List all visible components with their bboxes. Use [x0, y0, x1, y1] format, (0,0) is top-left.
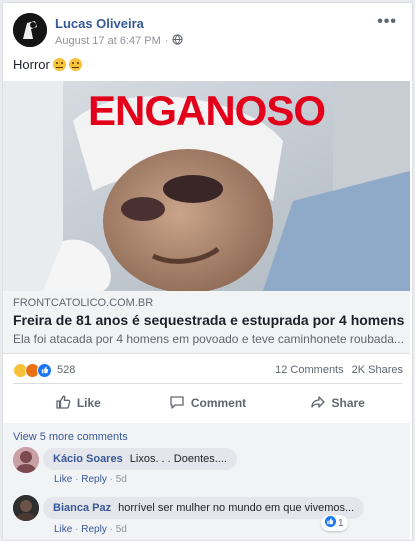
thumbs-up-icon: [55, 394, 71, 413]
post-timestamp[interactable]: August 17 at 6:47 PM: [55, 35, 161, 47]
comment-footer: Like · Reply · 5d: [54, 524, 127, 535]
footer-separator: ·: [109, 524, 113, 535]
commenter-name[interactable]: Kácio Soares: [53, 453, 123, 465]
author-name[interactable]: Lucas Oliveira: [55, 16, 144, 31]
globe-icon: [172, 34, 184, 48]
comment-count[interactable]: 12 Comments: [275, 364, 343, 376]
comment-text: horrível ser mulher no mundo em que vive…: [118, 502, 355, 514]
post-stats: 528 12 Comments 2K Shares: [13, 361, 403, 381]
neutral-face-emoji-icon: [68, 58, 82, 71]
comment-footer: Like · Reply · 5d: [54, 474, 127, 485]
comment-reply-link[interactable]: Reply: [81, 474, 107, 485]
reaction-count[interactable]: 528: [57, 364, 75, 376]
commenter-name[interactable]: Bianca Paz: [53, 502, 111, 514]
comment-like-link[interactable]: Like: [54, 524, 72, 535]
divider: [13, 383, 402, 384]
post-meta: August 17 at 6:47 PM ·: [55, 34, 184, 48]
comment-like-link[interactable]: Like: [54, 474, 72, 485]
comment-time[interactable]: 5d: [116, 474, 127, 485]
comment-like-badge[interactable]: 1: [321, 515, 348, 531]
comment-bubble: Kácio Soares Lixos. . . Doentes....: [43, 448, 237, 470]
comment-text: Lixos. . . Doentes....: [129, 453, 227, 465]
comment-label: Comment: [190, 396, 247, 410]
more-options-button[interactable]: •••: [377, 13, 397, 31]
action-bar: Like Comment Share: [13, 387, 402, 419]
footer-separator: ·: [109, 474, 113, 485]
like-reaction-icon: [37, 363, 52, 378]
link-title[interactable]: Freira de 81 anos é sequestrada e estupr…: [13, 312, 404, 328]
comment-bubble: Bianca Paz horrível ser mulher no mundo …: [43, 497, 365, 519]
author-avatar[interactable]: [13, 13, 47, 47]
commenter-avatar[interactable]: [13, 447, 39, 473]
link-preview[interactable]: FRONTCATOLICO.COM.BR Freira de 81 anos é…: [3, 291, 410, 354]
post-image[interactable]: ENGANOSO: [3, 81, 410, 291]
comment-button[interactable]: Comment: [143, 387, 273, 419]
like-badge-count: 1: [338, 517, 344, 529]
comment-time[interactable]: 5d: [116, 524, 127, 535]
meta-separator: ·: [164, 35, 169, 47]
like-label: Like: [76, 396, 101, 410]
link-description: Ela foi atacada por 4 homens em povoado …: [13, 332, 403, 346]
commenter-avatar[interactable]: [13, 495, 39, 521]
share-label: Share: [331, 396, 365, 410]
reaction-icons[interactable]: [13, 363, 52, 378]
worried-face-emoji-icon: [52, 58, 66, 71]
footer-separator: ·: [75, 474, 79, 485]
like-badge-icon: [325, 516, 336, 530]
comment-icon: [169, 394, 185, 413]
comments-section: View 5 more comments Kácio Soares Lixos.…: [3, 423, 410, 540]
like-button[interactable]: Like: [13, 387, 143, 419]
engagement-counts: 12 Comments 2K Shares: [275, 364, 403, 376]
post-text-content: Horror: [13, 57, 50, 72]
post-header: Lucas Oliveira August 17 at 6:47 PM · ••…: [13, 13, 403, 53]
footer-separator: ·: [75, 524, 79, 535]
comment-reply-link[interactable]: Reply: [81, 524, 107, 535]
misleading-stamp: ENGANOSO: [87, 87, 326, 134]
share-icon: [310, 394, 326, 413]
post-card: Lucas Oliveira August 17 at 6:47 PM · ••…: [2, 2, 413, 541]
share-count[interactable]: 2K Shares: [352, 364, 403, 376]
share-button[interactable]: Share: [272, 387, 402, 419]
post-text: Horror: [13, 57, 82, 72]
view-more-comments-link[interactable]: View 5 more comments: [13, 431, 128, 443]
link-domain: FRONTCATOLICO.COM.BR: [13, 297, 154, 309]
